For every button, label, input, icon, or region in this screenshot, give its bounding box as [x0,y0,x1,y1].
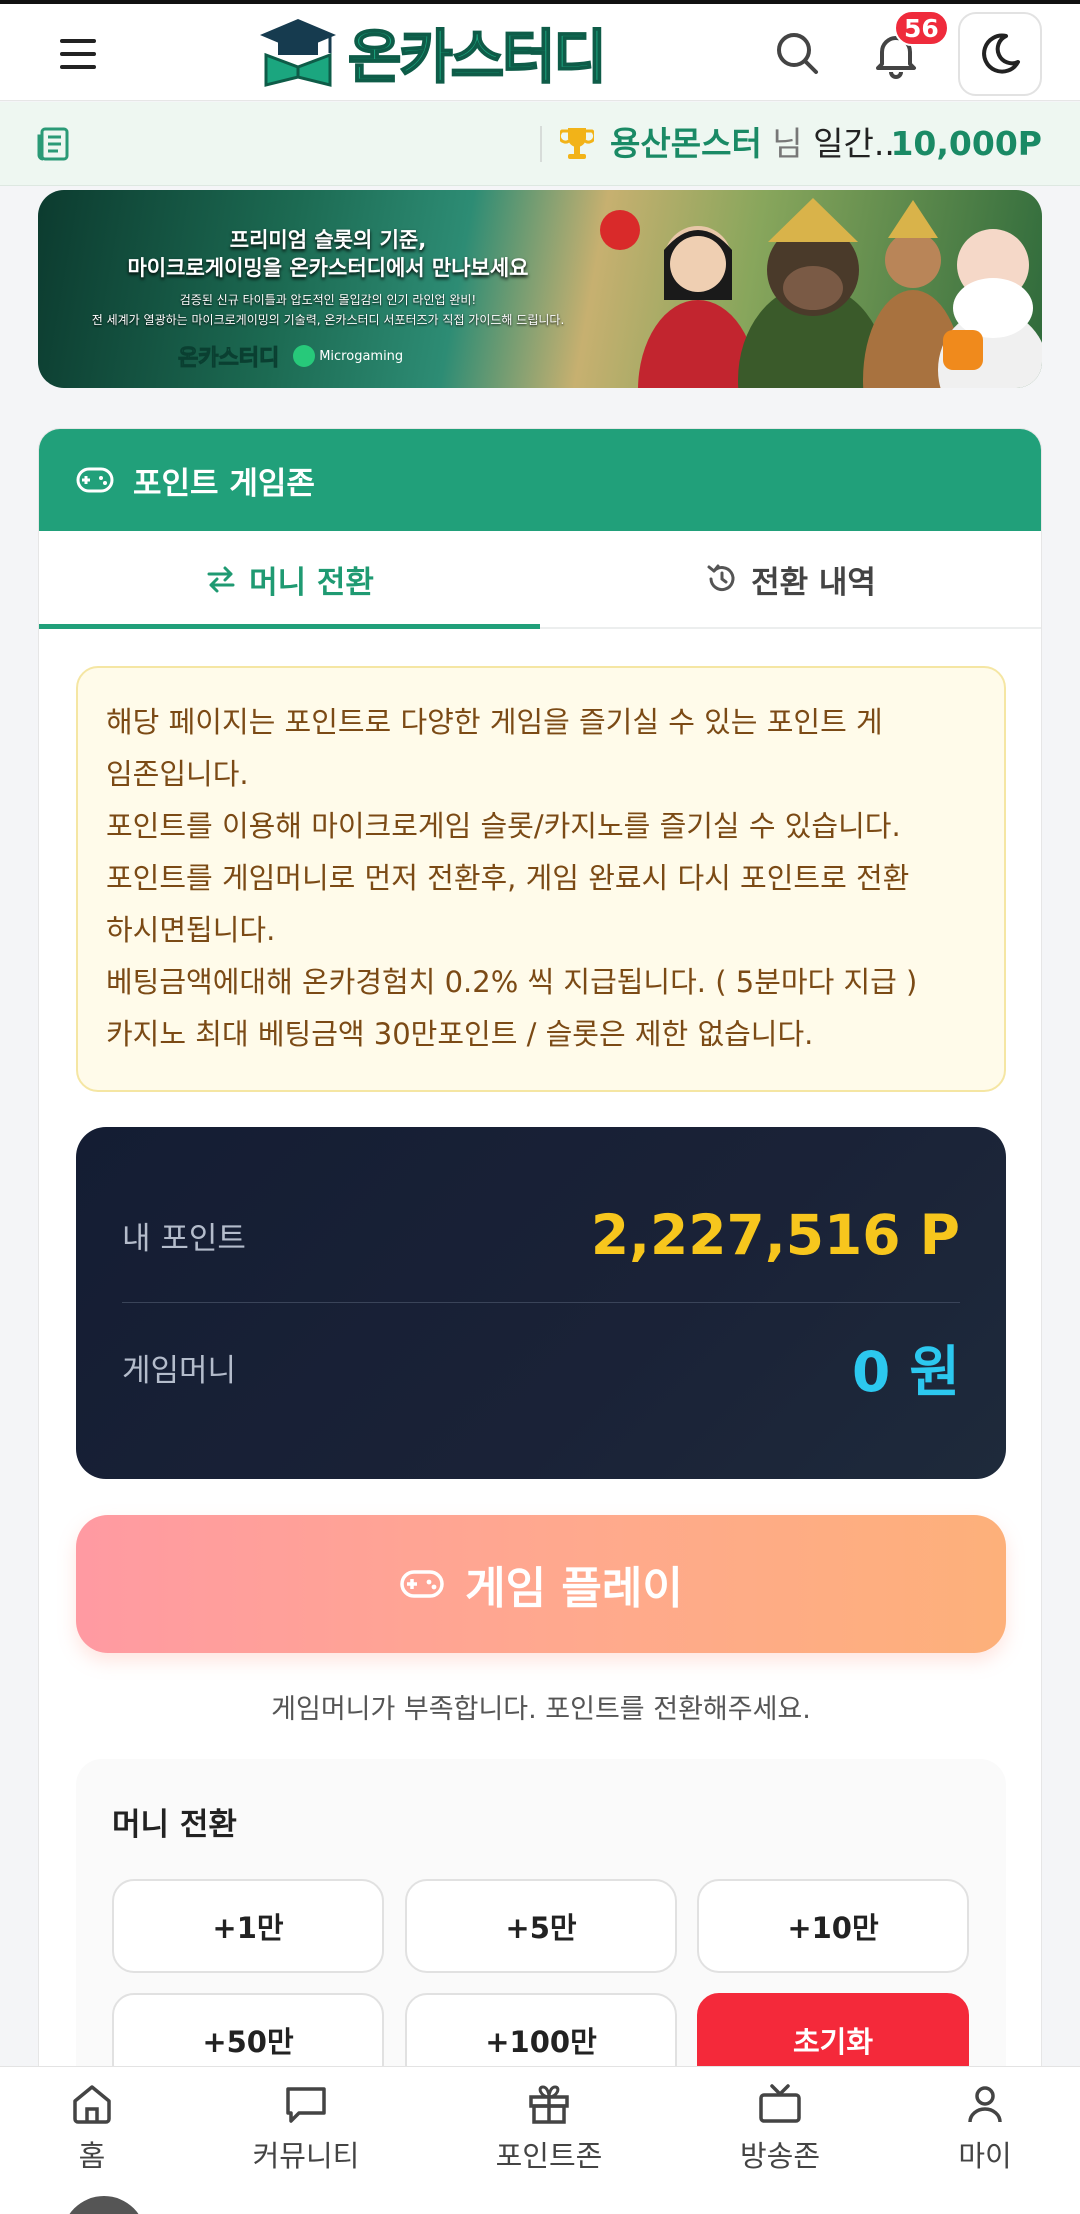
insufficient-money-hint: 게임머니가 부족합니다. 포인트를 전환해주세요. [271,1694,811,1725]
search-icon[interactable] [770,26,826,82]
banner-headline-2: 마이크로게이밍을 온카스터디에서 만나보세요 [127,256,529,280]
moon-icon [982,33,1020,74]
notice-line: 카지노 최대 베팅금액 30만포인트 / 슬롯은 제한 없습니다. [106,1017,814,1051]
tab-money-exchange[interactable]: 머니 전환 [39,531,540,629]
site-logo[interactable]: 온카스터디 [258,12,608,92]
top-header: 온카스터디 56 [0,0,1080,101]
nav-home[interactable]: 홈 [12,2081,172,2175]
nav-my-label: 마이 [958,2139,1012,2173]
nav-broadcast-zone[interactable]: 방송존 [700,2081,860,2175]
notification-badge: 56 [894,10,949,46]
ticker-honorific: 님 [761,124,803,163]
logo-text: 온카스터디 [347,22,608,92]
balance-panel: 내 포인트 2,227,516 P 게임머니 0 원 [76,1127,1006,1479]
nav-community-label: 커뮤니티 [252,2139,360,2173]
add-10k-button[interactable]: +1만 [112,1879,384,1973]
nav-home-label: 홈 [78,2139,106,2173]
tv-icon [759,2084,801,2123]
game-play-label: 게임 플레이 [465,1563,683,1614]
my-points-row: 내 포인트 2,227,516 P [122,1201,960,1269]
game-money-label: 게임머니 [122,1352,237,1389]
banner-headline-1: 프리미엄 슬롯의 기준, [229,228,427,252]
banner-partner-name: Microgaming [319,348,404,364]
gamepad-icon [400,1570,444,1598]
tab-bar: 머니 전환 전환 내역 [39,531,1041,629]
exchange-arrows-icon [207,566,235,593]
menu-icon[interactable] [60,32,104,76]
notice-line: 포인트를 게임머니로 먼저 전환후, 게임 완료시 다시 포인트로 전환 [106,861,910,895]
banner-character-art [600,198,1042,388]
add-50k-button[interactable]: +5만 [405,1879,677,1973]
banner-partner-logo: Microgaming [293,345,403,367]
ticker-divider [540,126,542,162]
banner-subtext-1: 검증된 신규 타이틀과 압도적인 몰입감의 인기 라인업 완비! [179,293,477,307]
notice-line: 포인트를 이용해 마이크로게임 슬롯/카지노를 즐기실 수 있습니다. [106,809,901,843]
nav-community[interactable]: 커뮤니티 [226,2081,386,2175]
tab-exchange-history[interactable]: 전환 내역 [540,531,1041,627]
home-icon [73,2085,111,2124]
banner-brand-logo: 온카스터디 [177,346,280,372]
tab-exchange-history-label: 전환 내역 [751,564,876,601]
ranking-ticker[interactable]: 용산몬스터 님 일간... 10,000P [0,102,1080,186]
money-exchange-title: 머니 전환 [112,1807,237,1843]
game-play-button[interactable]: 게임 플레이 [76,1515,1006,1653]
ticker-username: 용산몬스터 [610,124,762,163]
card-header: 포인트 게임존 [39,429,1041,531]
banner-copy: 프리미엄 슬롯의 기준, 마이크로게이밍을 온카스터디에서 만나보세요 검증된 … [78,226,578,330]
banner-subtext-2: 전 세계가 열광하는 마이크로게이밍의 기술력, 온카스터디 서포터즈가 직접 … [91,313,565,327]
chat-bubble-icon [286,2087,326,2123]
promo-banner[interactable]: 프리미엄 슬롯의 기준, 마이크로게이밍을 온카스터디에서 만나보세요 검증된 … [38,190,1042,388]
newspaper-icon[interactable] [36,126,70,162]
bottom-navigation: 홈 커뮤니티 포인트존 방송존 마이 [0,2066,1080,2214]
notice-box: 해당 페이지는 포인트로 다양한 게임을 즐기실 수 있는 포인트 게 임존입니… [76,666,1006,1092]
point-gamezone-card: 포인트 게임존 머니 전환 전환 내역 해당 페이지는 포인트로 다양한 게임을… [38,428,1042,2214]
dark-mode-toggle[interactable] [958,12,1042,96]
balance-divider [122,1302,960,1303]
game-money-row: 게임머니 0 원 [122,1333,960,1404]
ticker-message: 용산몬스터 님 일간... [610,116,905,172]
user-icon [968,2086,1002,2123]
graduation-cap-icon [260,19,336,87]
banner-brand-row: 온카스터디 Microgaming [177,340,403,372]
notice-line: 임존입니다. [106,757,249,791]
notice-line: 하시면됩니다. [106,913,276,947]
card-title: 포인트 게임존 [133,465,315,502]
trophy-icon [560,128,594,159]
nav-point-zone[interactable]: 포인트존 [469,2081,629,2175]
my-points-label: 내 포인트 [122,1220,246,1257]
gamepad-icon [76,467,114,493]
history-icon [707,564,735,592]
notice-line: 해당 페이지는 포인트로 다양한 게임을 즐기실 수 있는 포인트 게 [106,705,883,739]
nav-broadcast-zone-label: 방송존 [739,2139,821,2173]
add-100k-button[interactable]: +10만 [697,1879,969,1973]
my-points-value: 2,227,516 P [590,1203,960,1267]
tab-money-exchange-label: 머니 전환 [249,564,374,601]
notice-line: 베팅금액에대해 온카경험치 0.2% 씩 지급됩니다. ( 5분마다 지급 ) [106,965,918,999]
ticker-amount: 10,000P [890,124,1042,163]
nav-point-zone-label: 포인트존 [495,2139,603,2173]
gift-icon [529,2085,569,2124]
game-money-value: 0 원 [851,1340,960,1404]
nav-my[interactable]: 마이 [905,2081,1065,2175]
